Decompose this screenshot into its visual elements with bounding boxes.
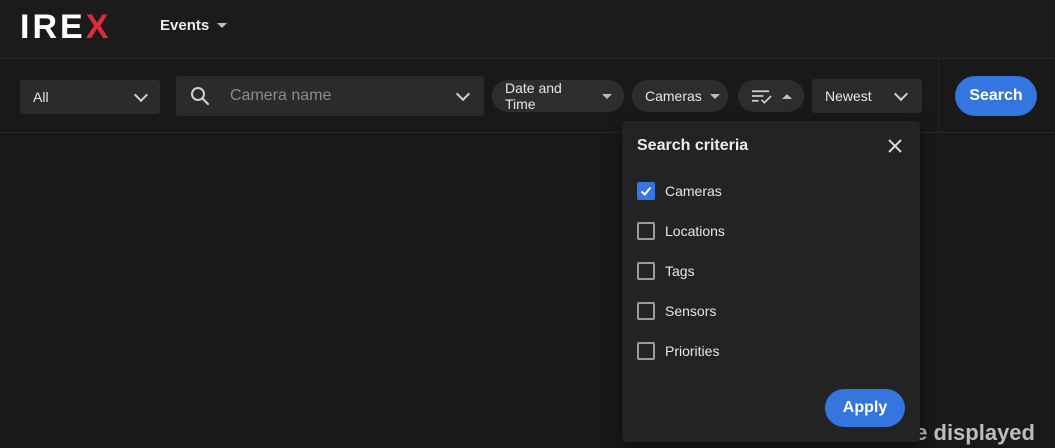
criteria-option-cameras[interactable]: Cameras [637,180,722,202]
top-bar: IREX Events [0,0,1055,59]
caret-up-icon [782,93,792,99]
toolbar-divider [938,59,939,132]
checkbox[interactable] [637,342,655,360]
criteria-option-label: Locations [665,223,725,239]
criteria-option-label: Priorities [665,343,720,359]
caret-down-icon [602,93,612,99]
apply-button[interactable]: Apply [825,389,905,427]
search-icon [191,87,210,106]
criteria-option-sensors[interactable]: Sensors [637,300,716,322]
checkbox[interactable] [637,222,655,240]
criteria-option-label: Cameras [665,183,722,199]
chevron-down-icon[interactable] [455,86,471,101]
scope-select-value: All [33,89,49,105]
popup-title: Search criteria [637,137,749,154]
cameras-chip-label: Cameras [645,88,702,104]
date-time-chip-label: Date and Time [505,80,562,112]
scope-select[interactable]: All [20,80,160,114]
chevron-down-icon [133,87,149,102]
cameras-filter-chip[interactable]: Cameras [632,80,728,112]
check-icon [640,186,652,196]
camera-search-input[interactable] [228,86,458,106]
camera-search-field[interactable] [176,76,484,116]
search-criteria-toggle[interactable] [738,80,804,112]
checkbox[interactable] [637,302,655,320]
criteria-option-priorities[interactable]: Priorities [637,340,719,362]
sort-order-value: Newest [825,88,872,104]
events-nav-label: Events [160,17,210,34]
checkbox-checked[interactable] [637,182,655,200]
criteria-option-label: Sensors [665,303,717,319]
criteria-option-tags[interactable]: Tags [637,260,695,282]
events-nav-menu[interactable]: Events [160,17,228,34]
sort-order-select[interactable]: Newest [812,79,922,113]
close-icon[interactable] [886,137,904,155]
criteria-option-locations[interactable]: Locations [637,220,725,242]
caret-down-icon [217,23,228,28]
caret-down-icon [709,93,720,99]
search-criteria-popup: Search criteria Cameras Locations Tags S… [622,121,920,442]
date-time-filter-chip[interactable]: Date and Time [492,80,624,112]
search-button[interactable]: Search [955,76,1037,116]
filter-list-check-icon [751,90,772,104]
checkbox[interactable] [637,262,655,280]
irex-logo[interactable]: IREX [20,10,111,44]
chevron-down-icon [893,86,909,101]
criteria-option-label: Tags [665,263,695,279]
